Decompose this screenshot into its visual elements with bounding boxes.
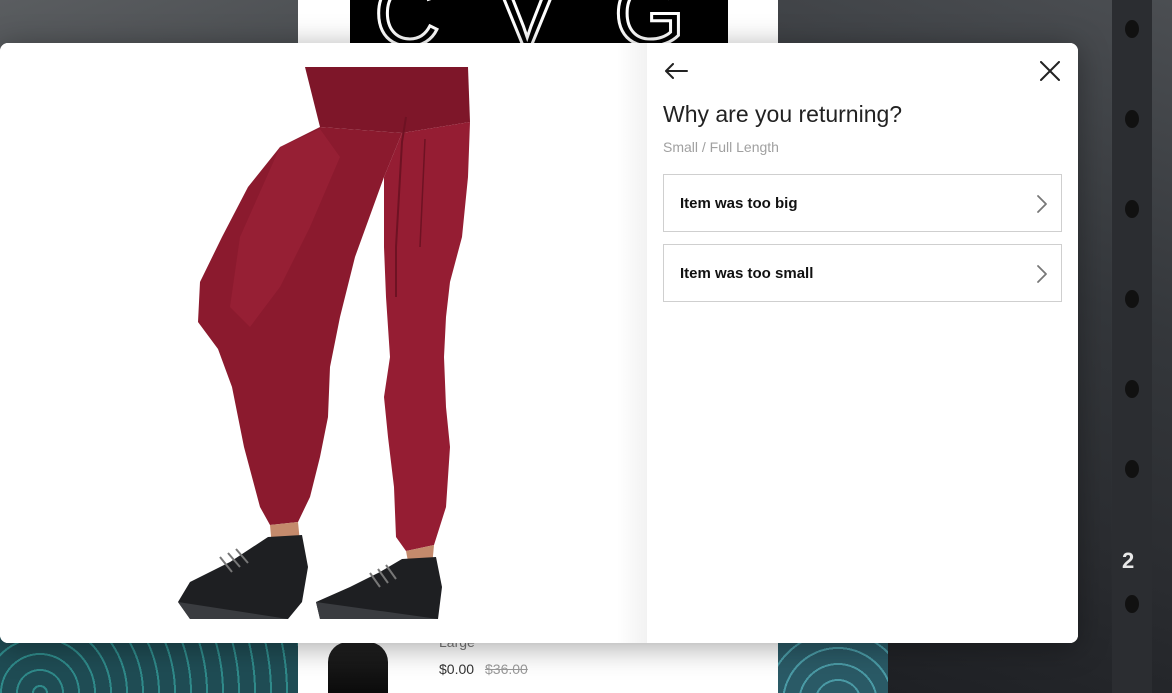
rack-hole xyxy=(1125,290,1139,308)
close-icon xyxy=(1040,61,1060,81)
reason-label: Item was too small xyxy=(680,264,814,282)
return-reason-modal: Why are you returning? Small / Full Leng… xyxy=(0,43,1078,643)
product-compare-price: $36.00 xyxy=(485,661,528,677)
variant-subtitle: Small / Full Length xyxy=(663,139,779,155)
arrow-left-icon xyxy=(665,63,688,79)
back-button[interactable] xyxy=(661,57,691,85)
rack-hole xyxy=(1125,200,1139,218)
product-thumbnail xyxy=(328,642,388,693)
close-button[interactable] xyxy=(1035,57,1065,85)
reason-label: Item was too big xyxy=(680,194,798,212)
chevron-right-icon xyxy=(1037,265,1047,283)
rack-hole xyxy=(1125,595,1139,613)
return-reason-panel: Why are you returning? Small / Full Leng… xyxy=(647,43,1078,643)
product-price: $0.00 xyxy=(439,661,475,677)
reason-list: Item was too big Item was too small xyxy=(663,174,1062,314)
reason-option-too-big[interactable]: Item was too big xyxy=(663,174,1062,232)
rack-hole xyxy=(1125,460,1139,478)
rack-hole xyxy=(1125,380,1139,398)
reason-option-too-small[interactable]: Item was too small xyxy=(663,244,1062,302)
rack-hole xyxy=(1125,110,1139,128)
product-image xyxy=(178,67,470,619)
brand-logo-text: CVG xyxy=(372,0,728,43)
product-image-pane xyxy=(0,43,647,643)
modal-title: Why are you returning? xyxy=(663,101,903,127)
rack-hole xyxy=(1125,20,1139,38)
brand-logo: CVG xyxy=(350,0,728,43)
gym-rack: 2 xyxy=(1112,0,1152,693)
chevron-right-icon xyxy=(1037,195,1047,213)
rack-number: 2 xyxy=(1122,548,1135,573)
